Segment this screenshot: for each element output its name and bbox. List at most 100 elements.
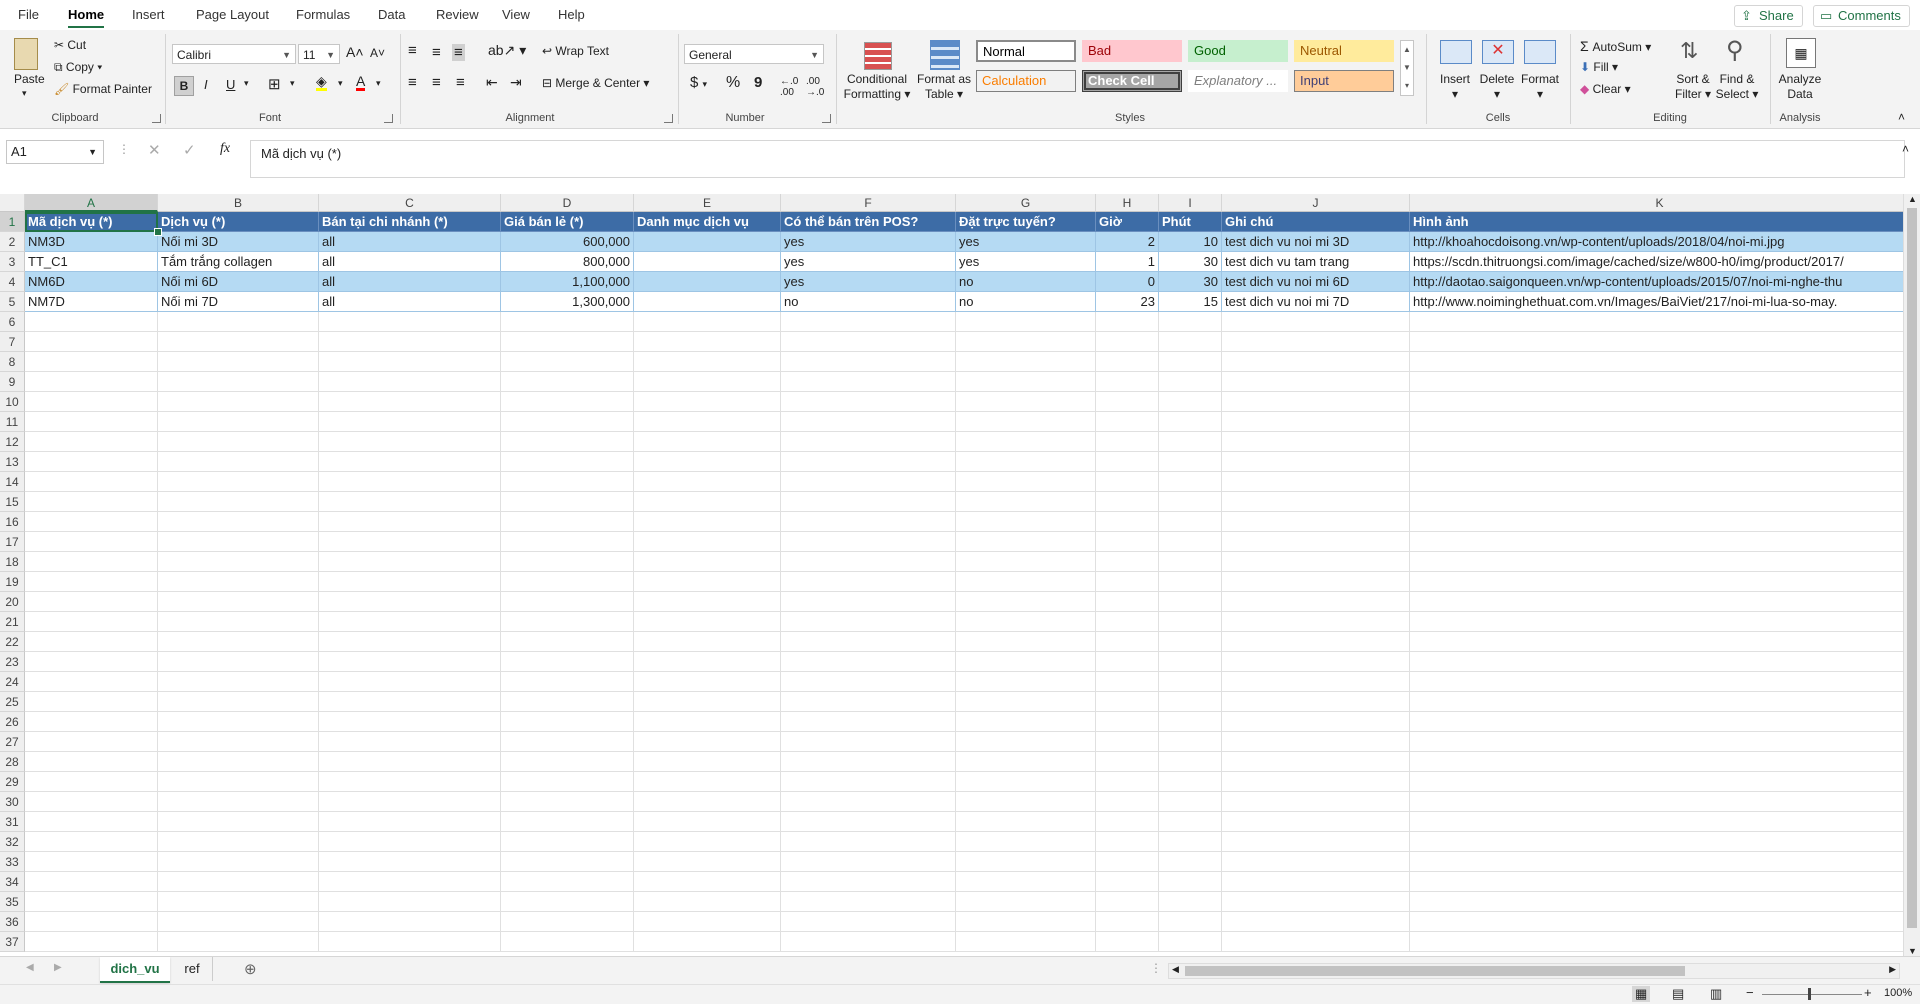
header-cell[interactable]: Ghi chú (1222, 212, 1410, 232)
comments-button[interactable]: ▭ Comments (1813, 5, 1910, 27)
data-cell[interactable]: yes (956, 252, 1096, 272)
sheet-tab-ref[interactable]: ref (172, 957, 213, 981)
format-as-table-button[interactable]: Format as Table ▾ (914, 72, 974, 102)
vertical-scroll-thumb[interactable] (1907, 208, 1917, 928)
header-cell[interactable]: Giá bán lẻ (*) (501, 212, 634, 232)
empty-cell[interactable] (158, 492, 319, 512)
fill-button[interactable]: ⬇ Fill ▾ (1580, 60, 1618, 74)
data-cell[interactable]: all (319, 252, 501, 272)
empty-cell[interactable] (319, 432, 501, 452)
empty-cell[interactable] (956, 332, 1096, 352)
empty-cell[interactable] (781, 372, 956, 392)
row-header[interactable]: 31 (0, 812, 25, 832)
row-header[interactable]: 4 (0, 272, 25, 292)
empty-cell[interactable] (1410, 732, 1903, 752)
empty-cell[interactable] (956, 792, 1096, 812)
empty-cell[interactable] (634, 852, 781, 872)
empty-cell[interactable] (956, 652, 1096, 672)
align-top-icon[interactable]: ≡ (408, 42, 417, 59)
empty-cell[interactable] (1159, 472, 1222, 492)
row-header[interactable]: 35 (0, 892, 25, 912)
data-cell[interactable]: test dich vu noi mi 7D (1222, 292, 1410, 312)
empty-cell[interactable] (25, 532, 158, 552)
empty-cell[interactable] (1096, 392, 1159, 412)
empty-cell[interactable] (319, 752, 501, 772)
tab-page-layout[interactable]: Page Layout (196, 7, 269, 22)
empty-cell[interactable] (1222, 872, 1410, 892)
header-cell[interactable]: Có thể bán trên POS? (781, 212, 956, 232)
data-cell[interactable]: no (956, 292, 1096, 312)
empty-cell[interactable] (501, 852, 634, 872)
add-sheet-icon[interactable]: ⊕ (244, 960, 257, 978)
empty-cell[interactable] (501, 412, 634, 432)
header-cell[interactable]: Bán tại chi nhánh (*) (319, 212, 501, 232)
empty-cell[interactable] (781, 752, 956, 772)
zoom-slider-thumb[interactable] (1808, 988, 1811, 1000)
row-header[interactable]: 8 (0, 352, 25, 372)
empty-cell[interactable] (158, 732, 319, 752)
empty-cell[interactable] (1410, 472, 1903, 492)
expand-formula-icon[interactable]: ˄ (1902, 142, 1909, 156)
empty-cell[interactable] (25, 932, 158, 952)
empty-cell[interactable] (1159, 692, 1222, 712)
empty-cell[interactable] (501, 692, 634, 712)
empty-cell[interactable] (1410, 352, 1903, 372)
zoom-in-icon[interactable]: + (1864, 985, 1872, 1000)
empty-cell[interactable] (634, 792, 781, 812)
row-header[interactable]: 9 (0, 372, 25, 392)
empty-cell[interactable] (781, 532, 956, 552)
empty-cell[interactable] (25, 752, 158, 772)
font-color-icon[interactable]: A (356, 74, 366, 91)
data-cell[interactable]: 800,000 (501, 252, 634, 272)
empty-cell[interactable] (501, 532, 634, 552)
empty-cell[interactable] (781, 672, 956, 692)
data-cell[interactable]: yes (781, 232, 956, 252)
clipboard-launcher-icon[interactable] (152, 114, 161, 123)
empty-cell[interactable] (1159, 412, 1222, 432)
header-cell[interactable]: Phút (1159, 212, 1222, 232)
data-cell[interactable]: test dich vu noi mi 3D (1222, 232, 1410, 252)
empty-cell[interactable] (781, 612, 956, 632)
empty-cell[interactable] (1096, 772, 1159, 792)
empty-cell[interactable] (1222, 912, 1410, 932)
empty-cell[interactable] (634, 912, 781, 932)
empty-cell[interactable] (501, 572, 634, 592)
empty-cell[interactable] (781, 652, 956, 672)
empty-cell[interactable] (1410, 812, 1903, 832)
empty-cell[interactable] (1222, 352, 1410, 372)
header-cell[interactable]: Danh mục dịch vụ (634, 212, 781, 232)
empty-cell[interactable] (1222, 472, 1410, 492)
underline-button[interactable]: U (226, 77, 235, 92)
empty-cell[interactable] (1159, 792, 1222, 812)
zoom-level[interactable]: 100% (1884, 987, 1912, 999)
empty-cell[interactable] (1159, 352, 1222, 372)
empty-cell[interactable] (781, 412, 956, 432)
empty-cell[interactable] (1410, 372, 1903, 392)
empty-cell[interactable] (956, 432, 1096, 452)
empty-cell[interactable] (1222, 512, 1410, 532)
empty-cell[interactable] (956, 392, 1096, 412)
row-header[interactable]: 27 (0, 732, 25, 752)
empty-cell[interactable] (501, 832, 634, 852)
delete-cells-button[interactable]: Delete ▾ (1476, 72, 1518, 102)
empty-cell[interactable] (781, 312, 956, 332)
empty-cell[interactable] (1410, 572, 1903, 592)
empty-cell[interactable] (634, 732, 781, 752)
empty-cell[interactable] (1410, 892, 1903, 912)
header-cell[interactable]: Mã dịch vụ (*) (25, 212, 158, 232)
data-cell[interactable]: 15 (1159, 292, 1222, 312)
empty-cell[interactable] (25, 552, 158, 572)
tab-insert[interactable]: Insert (132, 7, 165, 22)
empty-cell[interactable] (781, 852, 956, 872)
empty-cell[interactable] (781, 592, 956, 612)
empty-cell[interactable] (1159, 652, 1222, 672)
empty-cell[interactable] (781, 632, 956, 652)
autosum-button[interactable]: Σ AutoSum ▾ (1580, 38, 1651, 54)
column-header-i[interactable]: I (1159, 194, 1222, 212)
empty-cell[interactable] (319, 692, 501, 712)
column-header-h[interactable]: H (1096, 194, 1159, 212)
empty-cell[interactable] (1410, 592, 1903, 612)
empty-cell[interactable] (1410, 932, 1903, 952)
empty-cell[interactable] (1096, 672, 1159, 692)
empty-cell[interactable] (501, 892, 634, 912)
